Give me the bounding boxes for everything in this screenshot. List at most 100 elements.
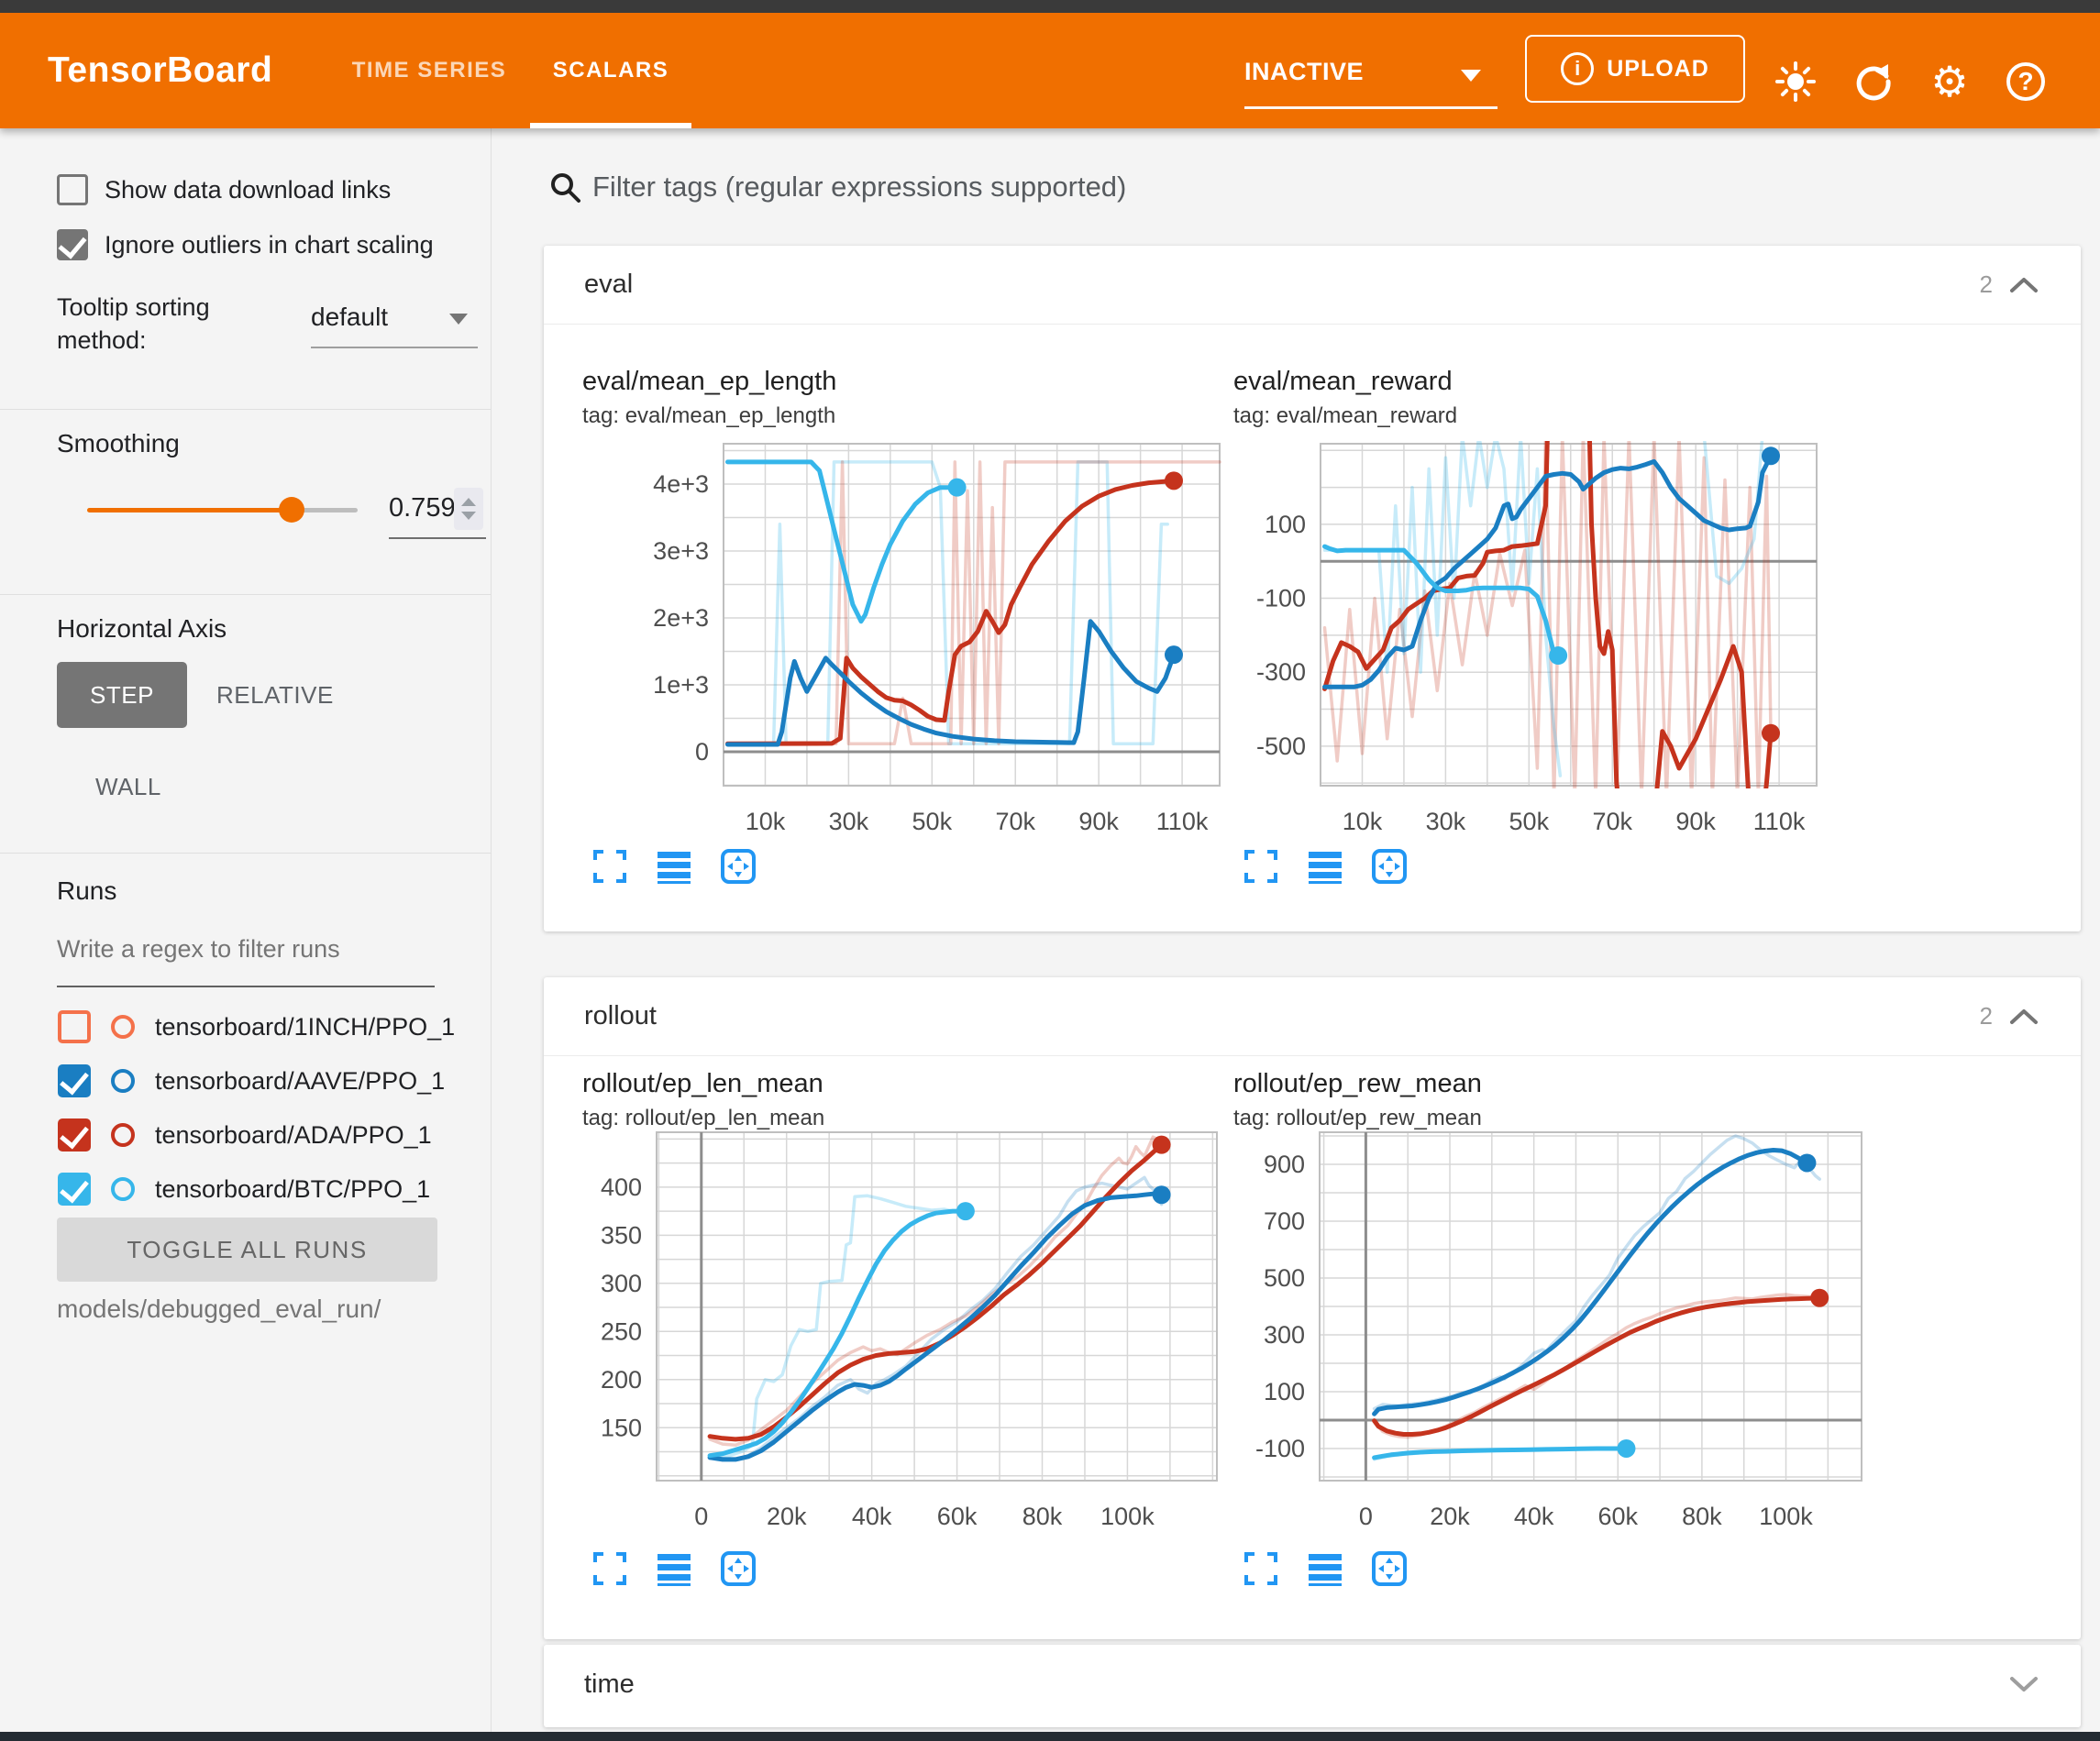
toggle-all-runs-button[interactable]: TOGGLE ALL RUNS	[57, 1218, 437, 1282]
dashboard-main: eval 2 eval/mean_ep_length tag: eval/mea…	[492, 128, 2100, 1741]
axis-relative-button[interactable]: RELATIVE	[216, 662, 334, 728]
divider	[0, 853, 492, 854]
svg-text:3e+3: 3e+3	[653, 537, 709, 565]
app-title: TensorBoard	[48, 13, 272, 128]
section-header-time[interactable]: time	[544, 1645, 2081, 1724]
run-row-aave[interactable]: tensorboard/AAVE/PPO_1	[58, 1064, 445, 1097]
chart-rollout-ep-rew-mean: rollout/ep_rew_mean tag: rollout/ep_rew_…	[1233, 1069, 1875, 1619]
runs-table-icon[interactable]	[1307, 1550, 1343, 1587]
settings-gear-icon[interactable]: ⚙	[1927, 59, 1973, 105]
fullscreen-icon[interactable]	[591, 848, 628, 885]
ignore-outliers-row[interactable]: Ignore outliers in chart scaling	[57, 229, 434, 260]
fullscreen-icon[interactable]	[1243, 848, 1279, 885]
svg-text:1e+3: 1e+3	[653, 671, 709, 699]
run-color-circle-ada[interactable]	[111, 1123, 135, 1147]
help-icon[interactable]: ?	[2003, 59, 2049, 105]
section-card-eval: eval 2 eval/mean_ep_length tag: eval/mea…	[544, 246, 2081, 931]
svg-text:60k: 60k	[937, 1503, 978, 1530]
show-download-links-checkbox[interactable]	[57, 174, 88, 205]
svg-text:300: 300	[1264, 1321, 1305, 1349]
runs-label: Runs	[57, 876, 116, 906]
chart-plot-rollout-ep-len-mean[interactable]: 020k40k60k80k100k150200250300350400	[582, 1128, 1224, 1559]
info-icon: i	[1561, 52, 1594, 85]
run-checkbox-1inch[interactable]	[58, 1010, 91, 1043]
svg-text:80k: 80k	[1682, 1503, 1722, 1530]
tab-scalars[interactable]: SCALARS	[530, 13, 691, 128]
smoothing-value-underline	[389, 537, 486, 539]
runs-table-icon[interactable]	[656, 1550, 692, 1587]
ignore-outliers-checkbox[interactable]	[57, 229, 88, 260]
section-header-eval[interactable]: eval 2	[544, 246, 2081, 325]
run-row-btc[interactable]: tensorboard/BTC/PPO_1	[58, 1173, 430, 1206]
upload-button[interactable]: i UPLOAD	[1525, 35, 1745, 103]
tag-filter[interactable]	[545, 161, 2074, 216]
ignore-outliers-label: Ignore outliers in chart scaling	[105, 231, 434, 259]
expand-chevron-down-icon[interactable]	[2007, 1674, 2040, 1694]
runs-directory-path: models/debugged_eval_run/	[57, 1295, 381, 1324]
svg-text:50k: 50k	[1509, 808, 1550, 835]
run-checkbox-aave[interactable]	[58, 1064, 91, 1097]
run-label-ada: tensorboard/ADA/PPO_1	[155, 1121, 432, 1150]
svg-text:0: 0	[695, 738, 709, 766]
svg-text:150: 150	[601, 1414, 642, 1441]
runs-table-icon[interactable]	[656, 848, 692, 885]
tooltip-sorting-label-line1: Tooltip sorting	[57, 293, 210, 322]
svg-text:100: 100	[1264, 1378, 1305, 1405]
section-header-rollout[interactable]: rollout 2	[544, 977, 2081, 1056]
chart-eval-mean-reward: eval/mean_reward tag: eval/mean_reward 1…	[1233, 367, 1875, 917]
svg-text:110k: 110k	[1156, 808, 1209, 835]
chart-toolbar	[1243, 848, 1408, 885]
smoothing-slider-handle[interactable]	[279, 497, 304, 523]
fullscreen-icon[interactable]	[1243, 1550, 1279, 1587]
svg-text:40k: 40k	[1514, 1503, 1554, 1530]
brightness-icon[interactable]	[1773, 59, 1818, 105]
fit-domain-icon[interactable]	[1371, 1550, 1408, 1587]
run-row-1inch[interactable]: tensorboard/1INCH/PPO_1	[58, 1010, 455, 1043]
tag-filter-input[interactable]	[592, 161, 2060, 213]
chart-title: eval/mean_ep_length	[582, 367, 1224, 397]
chevron-down-icon	[1461, 70, 1481, 82]
status-dropdown[interactable]: INACTIVE	[1244, 50, 1498, 105]
collapse-chevron-up-icon[interactable]	[2007, 275, 2040, 295]
chart-plot-eval-mean-reward[interactable]: 10k30k50k70k90k110k100-100-300-500	[1233, 425, 1875, 856]
tab-time-series[interactable]: TIME SERIES	[330, 13, 528, 128]
axis-wall-button[interactable]: WALL	[95, 761, 161, 812]
fit-domain-icon[interactable]	[1371, 848, 1408, 885]
svg-text:300: 300	[601, 1270, 642, 1297]
fit-domain-icon[interactable]	[720, 1550, 757, 1587]
top-dark-strip	[0, 0, 2100, 13]
smoothing-slider-track-filled[interactable]	[87, 508, 292, 512]
run-color-circle-1inch[interactable]	[111, 1015, 135, 1039]
horizontal-axis-label: Horizontal Axis	[57, 614, 227, 644]
svg-text:400: 400	[601, 1174, 642, 1201]
svg-text:0: 0	[1359, 1503, 1373, 1530]
fit-domain-icon[interactable]	[720, 848, 757, 885]
tooltip-sorting-dropdown[interactable]: default	[311, 303, 388, 332]
svg-text:50k: 50k	[912, 808, 953, 835]
status-dropdown-underline	[1244, 106, 1498, 109]
fullscreen-icon[interactable]	[591, 1550, 628, 1587]
collapse-chevron-up-icon[interactable]	[2007, 1007, 2040, 1027]
svg-text:70k: 70k	[1592, 808, 1632, 835]
run-color-circle-btc[interactable]	[111, 1177, 135, 1201]
svg-text:90k: 90k	[1078, 808, 1119, 835]
show-download-links-row[interactable]: Show data download links	[57, 174, 391, 205]
smoothing-label: Smoothing	[57, 429, 180, 458]
svg-text:350: 350	[601, 1221, 642, 1249]
chart-plot-eval-mean-ep-length[interactable]: 10k30k50k70k90k110k01e+32e+33e+34e+3	[582, 425, 1224, 856]
status-dropdown-value: INACTIVE	[1244, 58, 1364, 85]
smoothing-value[interactable]: 0.759	[389, 493, 456, 523]
run-checkbox-btc[interactable]	[58, 1173, 91, 1206]
refresh-icon[interactable]	[1851, 59, 1896, 105]
chart-plot-rollout-ep-rew-mean[interactable]: 020k40k60k80k100k-100100300500700900	[1233, 1128, 1875, 1559]
svg-text:900: 900	[1264, 1151, 1305, 1178]
smoothing-value-stepper[interactable]	[454, 488, 483, 530]
run-checkbox-ada[interactable]	[58, 1118, 91, 1151]
run-row-ada[interactable]: tensorboard/ADA/PPO_1	[58, 1118, 432, 1151]
runs-table-icon[interactable]	[1307, 848, 1343, 885]
axis-step-button[interactable]: STEP	[57, 662, 187, 728]
stepper-up-icon[interactable]	[461, 498, 476, 506]
run-color-circle-aave[interactable]	[111, 1069, 135, 1093]
runs-filter-input[interactable]: Write a regex to filter runs	[57, 935, 340, 964]
stepper-down-icon[interactable]	[461, 512, 476, 520]
